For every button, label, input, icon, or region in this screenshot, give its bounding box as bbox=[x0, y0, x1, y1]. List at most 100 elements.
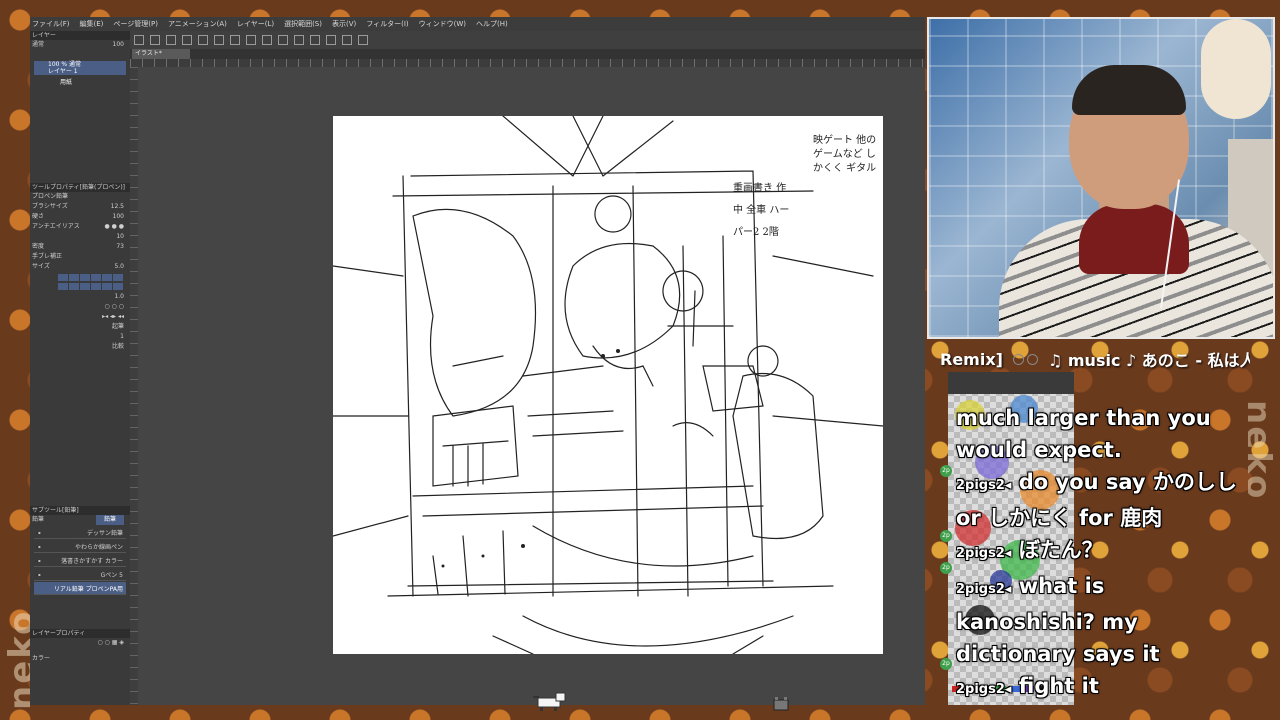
drawing-canvas[interactable]: 映ゲート 他のゲームなど しかくく ギタル 重画書き 作中 全車 ハーパー2 2… bbox=[333, 116, 883, 654]
prop-row-antialias[interactable]: アンチエイリアス ● ● ● bbox=[30, 222, 130, 232]
redo-icon[interactable] bbox=[214, 35, 224, 45]
stroke-row[interactable]: 起筆 bbox=[30, 322, 130, 332]
prop-value[interactable]: 1 bbox=[120, 332, 124, 342]
prop-value[interactable]: 1.0 bbox=[114, 292, 124, 302]
prop-row-c[interactable]: 1 bbox=[30, 332, 130, 342]
menu-filter[interactable]: フィルター(I) bbox=[366, 19, 408, 29]
open-file-icon[interactable] bbox=[150, 35, 160, 45]
clear-icon[interactable] bbox=[230, 35, 240, 45]
stroke-select[interactable]: 起筆 bbox=[112, 322, 124, 332]
layer-toolbar bbox=[30, 50, 130, 60]
now-playing-left: Remix] bbox=[940, 349, 1003, 369]
prop-value[interactable]: 12.5 bbox=[111, 202, 124, 212]
menu-animation[interactable]: アニメーション(A) bbox=[168, 19, 227, 29]
chat-username: 2pigs2 bbox=[956, 478, 1005, 493]
layer-1-name: レイヤー 1 bbox=[48, 68, 78, 75]
prop-value[interactable]: 73 bbox=[116, 242, 124, 252]
menu-page[interactable]: ページ管理(P) bbox=[113, 19, 158, 29]
webcam-feed bbox=[927, 17, 1275, 339]
menu-bar: ファイル(F) 編集(E) ページ管理(P) アニメーション(A) レイヤー(L… bbox=[30, 17, 925, 31]
menu-help[interactable]: ヘルプ(H) bbox=[476, 19, 508, 29]
pixel-cat-small-icon bbox=[773, 697, 789, 711]
new-file-icon[interactable] bbox=[134, 35, 144, 45]
sub-tool-tab-1[interactable]: 鉛筆 bbox=[32, 515, 44, 525]
chat-message-text: much larger than you would expect. bbox=[956, 406, 1211, 462]
sub-tool-item[interactable]: デッサン鉛筆 bbox=[34, 526, 126, 539]
layer-panel-header: レイヤー bbox=[30, 31, 130, 40]
prop-value[interactable]: 5.0 bbox=[114, 262, 124, 272]
prop-label: アンチエイリアス bbox=[32, 223, 80, 230]
shape-dots-icon[interactable]: ○ ○ ○ bbox=[104, 302, 124, 312]
sub-tool-item[interactable]: やわらか線画ペン bbox=[34, 540, 126, 553]
background-logo-text: neko bbox=[2, 609, 30, 710]
chat-separator-icon: ◂ bbox=[1004, 582, 1012, 597]
layer-panel: レイヤー 通常 100 100 % 通常 レイヤー 1 用紙 bbox=[30, 31, 130, 91]
tab-illustration[interactable]: イラスト* bbox=[132, 49, 190, 59]
transform-icon[interactable] bbox=[246, 35, 256, 45]
prop-row-direction[interactable]: ▸◂ ◂▸ ◂◂ bbox=[30, 312, 130, 322]
chat-message-text: ぼたん？ bbox=[1018, 538, 1103, 562]
invert-icon[interactable] bbox=[294, 35, 304, 45]
pixel-cat-icon bbox=[533, 692, 566, 711]
color-select[interactable]: カラー bbox=[32, 654, 50, 664]
menu-edit[interactable]: 編集(E) bbox=[80, 19, 104, 29]
layer-item-paper[interactable]: 用紙 bbox=[34, 76, 126, 90]
pen-snap-icon[interactable] bbox=[326, 35, 336, 45]
layer-item-1[interactable]: 100 % 通常 レイヤー 1 bbox=[34, 61, 126, 75]
sub-tool-item[interactable]: リアル鉛筆 プロペンPA用 bbox=[34, 582, 126, 595]
effect-buttons-icon[interactable]: ○ ○ ▦ ◈ bbox=[98, 638, 124, 654]
menu-file[interactable]: ファイル(F) bbox=[32, 19, 70, 29]
blend-mode-select[interactable]: 通常 bbox=[32, 40, 44, 50]
sub-tool-tabs[interactable]: 鉛筆 鉛筆 bbox=[30, 515, 130, 525]
menu-view[interactable]: 表示(V) bbox=[332, 19, 356, 29]
prop-row-density[interactable]: 密度 73 bbox=[30, 242, 130, 252]
prop-label: サイズ bbox=[32, 263, 50, 270]
prop-row-a[interactable]: 10 bbox=[30, 232, 130, 242]
undo-icon[interactable] bbox=[198, 35, 208, 45]
help-icon[interactable] bbox=[358, 35, 368, 45]
sub-tool-item[interactable]: Gペン 5 bbox=[34, 568, 126, 581]
prop-label: 密度 bbox=[32, 243, 45, 250]
canvas-note-mid: 重画書き 作中 全車 ハーパー2 2階 bbox=[733, 183, 790, 238]
webcam-person-hair bbox=[1072, 65, 1186, 115]
save-icon[interactable] bbox=[166, 35, 176, 45]
crop-icon[interactable] bbox=[262, 35, 272, 45]
preset-buttons-2[interactable] bbox=[58, 283, 126, 290]
chat-separator-icon: ◂ bbox=[1004, 682, 1012, 697]
ruler-icon[interactable] bbox=[310, 35, 320, 45]
now-playing-bar: Remix] ♫ music ♪ あのこ - 私は人 bbox=[940, 347, 1250, 371]
prop-value[interactable]: 10 bbox=[116, 232, 124, 242]
layer-1-mode: 100 % 通常 bbox=[48, 61, 81, 68]
prop-row-size[interactable]: ブラシサイズ 12.5 bbox=[30, 202, 130, 212]
prop-row-b[interactable]: 1.0 bbox=[30, 292, 130, 302]
prop-row-hardness[interactable]: 硬さ 100 bbox=[30, 212, 130, 222]
preset-buttons[interactable] bbox=[58, 274, 126, 281]
canvas-note-top-right: 映ゲート 他のゲームなど しかくく ギタル bbox=[813, 135, 877, 174]
sub-tool-tab-2[interactable]: 鉛筆 bbox=[95, 515, 124, 525]
opacity-value[interactable]: 100 bbox=[113, 40, 124, 50]
print-icon[interactable] bbox=[182, 35, 192, 45]
prop-row-stabilizer[interactable]: 手ブレ補正 bbox=[30, 252, 130, 262]
direction-arrows-icon[interactable]: ▸◂ ◂▸ ◂◂ bbox=[102, 312, 124, 322]
vector-snap-icon[interactable] bbox=[342, 35, 352, 45]
color-row[interactable]: カラー bbox=[30, 654, 130, 664]
prop-row-shape[interactable]: ○ ○ ○ bbox=[30, 302, 130, 312]
compare-row[interactable]: 比較 bbox=[30, 342, 130, 352]
chat-message: 2pigs2◂ what is kanoshishi? my dictionar… bbox=[950, 570, 1250, 670]
prop-value[interactable]: 100 bbox=[113, 212, 124, 222]
layer-property-header: レイヤープロパティ bbox=[30, 629, 130, 638]
deselect-icon[interactable] bbox=[278, 35, 288, 45]
antialias-dots-icon[interactable]: ● ● ● bbox=[104, 222, 124, 232]
menu-selection[interactable]: 選択範囲(S) bbox=[284, 19, 322, 29]
compare-select[interactable]: 比較 bbox=[112, 342, 124, 352]
layer-paper-name: 用紙 bbox=[60, 79, 73, 86]
menu-window[interactable]: ウィンドウ(W) bbox=[419, 19, 466, 29]
layer-property-buttons[interactable]: ○ ○ ▦ ◈ bbox=[30, 638, 130, 654]
horizontal-ruler bbox=[130, 59, 925, 67]
prop-row-size2[interactable]: サイズ 5.0 bbox=[30, 262, 130, 272]
brush-name-row: プロペン鉛筆 bbox=[30, 192, 130, 202]
menu-layer[interactable]: レイヤー(L) bbox=[237, 19, 274, 29]
prop-label: 手ブレ補正 bbox=[32, 253, 63, 260]
blend-mode-row[interactable]: 通常 100 bbox=[30, 40, 130, 50]
sub-tool-item[interactable]: 落書きかすかす カラー bbox=[34, 554, 126, 567]
